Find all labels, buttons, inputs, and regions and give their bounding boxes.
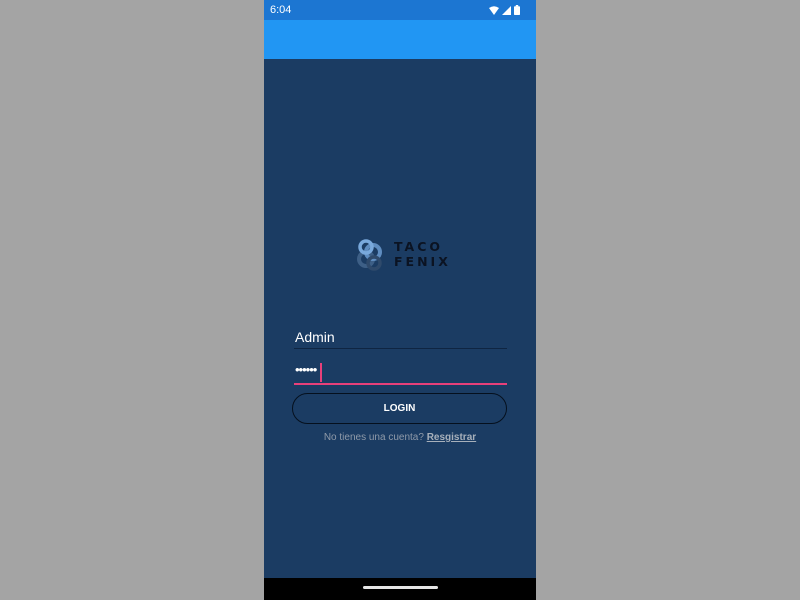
brand-logo-text: TACO FENIX <box>394 239 451 269</box>
login-button[interactable]: LOGIN <box>292 393 507 424</box>
password-value: •••••• <box>295 362 317 377</box>
username-value: Admin <box>295 329 335 345</box>
battery-icon <box>514 5 520 15</box>
home-indicator[interactable] <box>363 586 438 589</box>
status-icons <box>489 5 520 15</box>
navigation-bar <box>264 578 536 600</box>
text-cursor <box>320 363 322 382</box>
brand-line-2: FENIX <box>394 254 451 269</box>
phone-screen: 6:04 TACO FENIX Admin •••••• LOGIN No ti… <box>264 0 536 600</box>
signal-icon <box>502 5 511 15</box>
password-field[interactable]: •••••• <box>294 362 507 385</box>
register-prompt-row: No tienes una cuenta? Resgistrar <box>264 432 536 443</box>
username-field[interactable]: Admin <box>294 328 507 349</box>
wifi-icon <box>489 5 499 15</box>
status-time: 6:04 <box>270 4 292 16</box>
register-link[interactable]: Resgistrar <box>427 432 476 443</box>
brand-line-1: TACO <box>394 239 444 254</box>
app-bar <box>264 20 536 59</box>
status-bar: 6:04 <box>264 0 536 20</box>
register-prompt-text: No tienes una cuenta? <box>323 432 424 443</box>
